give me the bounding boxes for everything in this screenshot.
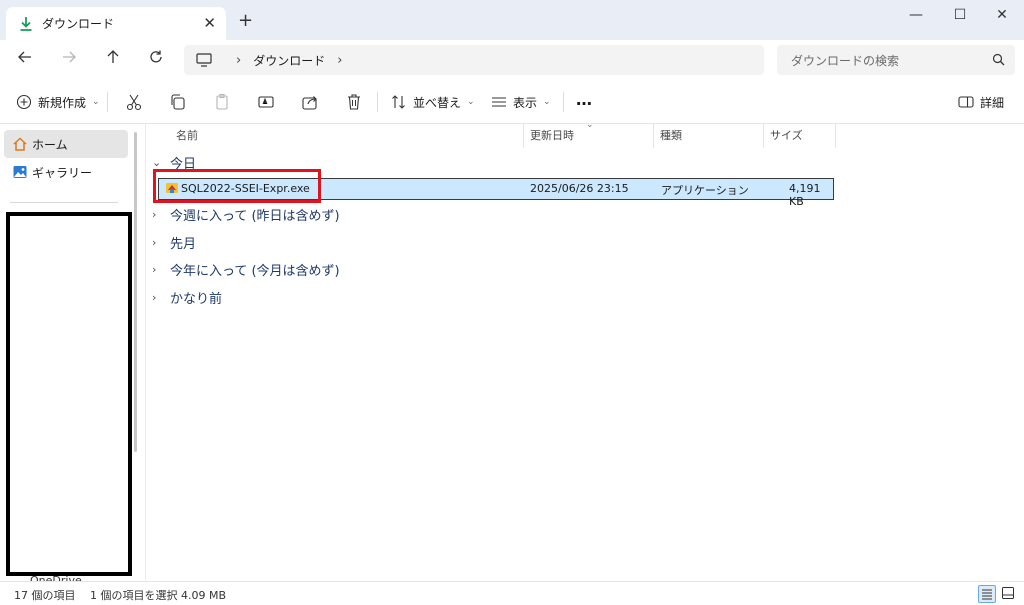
chevron-right-icon: › [152, 290, 157, 304]
group-this-week[interactable]: › 今週に入って (昨日は含めず) [152, 204, 340, 224]
column-header-name[interactable]: 名前 [170, 124, 524, 148]
sidebar-item-gallery[interactable]: ギャラリー [4, 158, 128, 186]
sort-chevron-icon: ⌄ [586, 120, 594, 130]
tab-downloads[interactable]: ダウンロード ✕ [6, 7, 226, 40]
arrow-right-icon [63, 51, 76, 63]
search-input[interactable]: ダウンロードの検索 [791, 52, 899, 69]
sidebar-item-onedrive[interactable]: OneDrive [30, 574, 82, 581]
cut-icon[interactable] [124, 92, 144, 112]
more-options-button[interactable]: … [576, 88, 592, 110]
annotation-highlight-box [153, 169, 321, 203]
divider [107, 92, 108, 112]
arrow-left-icon [18, 51, 31, 63]
new-button[interactable]: 新規作成 ⌄ [16, 91, 100, 113]
view-button[interactable]: 表示 ⌄ [491, 91, 551, 113]
file-list: 名前 更新日時 ⌄ 種類 サイズ ⌄ 今日 SQL2022-SSEI-Expr.… [145, 120, 1024, 581]
file-modified: 2025/06/26 23:15 [530, 182, 629, 195]
gallery-icon [13, 166, 27, 178]
details-pane-button[interactable]: 詳細 [958, 91, 1004, 113]
arrow-up-icon [107, 50, 119, 63]
sidebar-item-label: ホーム [32, 137, 68, 152]
view-button-label: 表示 [513, 95, 538, 110]
sidebar-scrollbar[interactable] [134, 132, 137, 452]
rename-icon[interactable] [256, 92, 276, 112]
paste-icon[interactable] [212, 92, 232, 112]
group-label: 今週に入って (昨日は含めず) [170, 208, 340, 224]
download-icon [20, 16, 32, 31]
selection-info: 1 個の項目を選択 4.09 MB [90, 589, 227, 602]
details-view-button[interactable] [978, 585, 996, 603]
new-button-label: 新規作成 [38, 95, 87, 110]
delete-icon[interactable] [344, 92, 364, 112]
file-size: 4,191 KB [789, 182, 821, 208]
status-bar: 17 個の項目 1 個の項目を選択 4.09 MB [0, 581, 1024, 605]
chevron-right-icon: › [236, 52, 242, 68]
chevron-right-icon: › [152, 235, 157, 249]
chevron-down-icon: ⌄ [467, 97, 475, 107]
address-bar[interactable]: › ダウンロード › [184, 45, 764, 75]
group-long-ago[interactable]: › かなり前 [152, 287, 222, 307]
home-icon [13, 137, 27, 151]
divider [377, 92, 378, 112]
sidebar-item-label: ギャラリー [32, 165, 93, 180]
item-count: 17 個の項目 [14, 589, 76, 602]
sort-icon [392, 95, 405, 109]
share-icon[interactable] [300, 92, 320, 112]
navigation-bar: › ダウンロード › ダウンロードの検索 [0, 40, 1024, 80]
chevron-right-icon: › [152, 262, 157, 276]
breadcrumb-downloads[interactable]: ダウンロード [253, 52, 325, 69]
chevron-down-icon: ⌄ [92, 97, 100, 107]
group-label: 今年に入って (今月は含めず) [170, 263, 340, 279]
sort-button-label: 並べ替え [413, 95, 462, 110]
file-type: アプリケーション [661, 184, 749, 197]
divider [563, 92, 564, 112]
tiles-view-icon [1002, 587, 1014, 599]
search-box[interactable]: ダウンロードの検索 [777, 45, 1015, 75]
redacted-area [6, 212, 132, 576]
sidebar-item-home[interactable]: ホーム [4, 130, 128, 158]
search-icon [992, 53, 1005, 66]
column-header-type[interactable]: 種類 [654, 124, 764, 148]
group-label: かなり前 [170, 291, 223, 307]
plus-circle-icon [16, 94, 32, 110]
title-bar: ダウンロード ✕ + — ☐ ✕ [0, 0, 1024, 40]
group-label: 先月 [170, 236, 197, 252]
new-tab-button[interactable]: + [238, 10, 253, 31]
back-button[interactable] [12, 48, 38, 72]
computer-icon [196, 53, 212, 67]
details-pane-icon [958, 96, 974, 108]
column-header-size[interactable]: サイズ [764, 124, 836, 148]
close-window-button[interactable]: ✕ [982, 4, 1022, 26]
chevron-down-icon: ⌄ [152, 155, 162, 169]
close-tab-icon[interactable]: ✕ [203, 14, 216, 32]
tab-title: ダウンロード [42, 17, 115, 31]
chevron-right-icon: › [152, 207, 157, 221]
minimize-button[interactable]: — [896, 4, 936, 26]
refresh-icon [150, 50, 162, 63]
command-bar: 新規作成 ⌄ 並べ替え ⌄ 表示 ⌄ … 詳細 [0, 80, 1024, 124]
navigation-pane: ホーム ギャラリー OneDrive [0, 124, 145, 581]
details-pane-label: 詳細 [980, 95, 1005, 110]
group-last-month[interactable]: › 先月 [152, 232, 196, 252]
chevron-right-icon[interactable]: › [337, 53, 342, 68]
sort-button[interactable]: 並べ替え ⌄ [391, 91, 475, 113]
group-this-year[interactable]: › 今年に入って (今月は含めず) [152, 259, 340, 279]
refresh-button[interactable] [143, 48, 169, 72]
forward-button[interactable] [56, 48, 82, 72]
divider [10, 202, 118, 203]
copy-icon[interactable] [168, 92, 188, 112]
maximize-button[interactable]: ☐ [940, 4, 980, 26]
list-view-icon [492, 97, 506, 107]
chevron-down-icon: ⌄ [543, 97, 551, 107]
details-view-icon [982, 589, 992, 600]
up-button[interactable] [100, 48, 126, 72]
tiles-view-button[interactable] [1000, 585, 1018, 603]
